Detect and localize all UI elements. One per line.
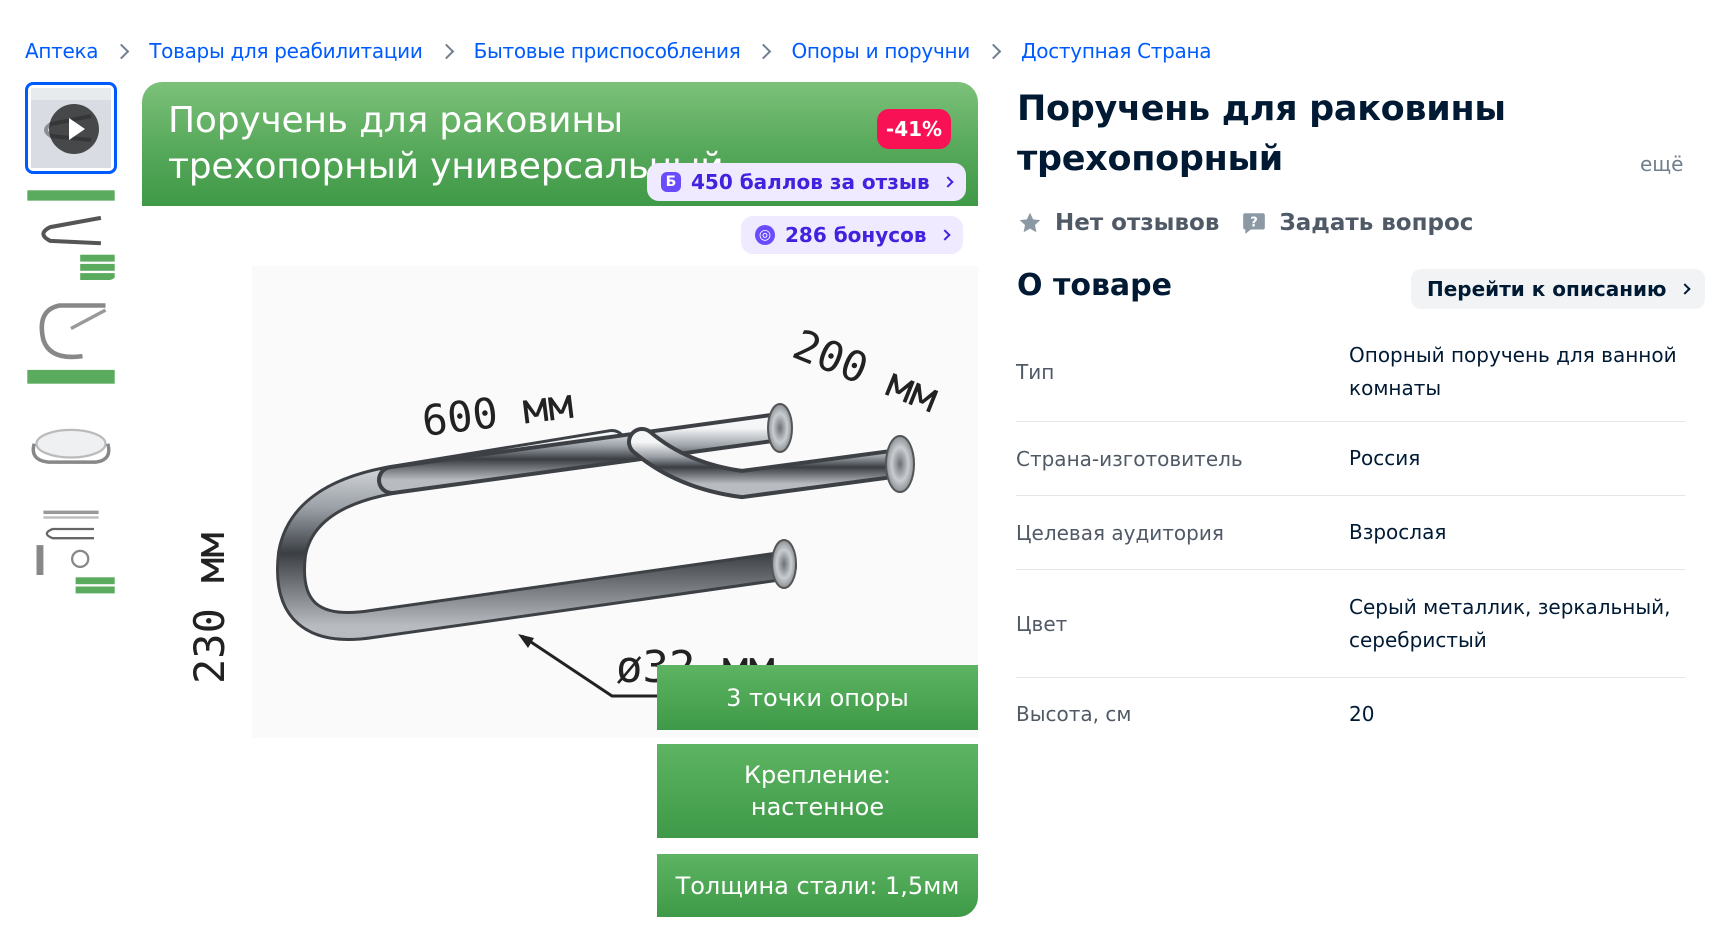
breadcrumb-link-rehab-goods[interactable]: Товары для реабилитации [149, 39, 423, 63]
spec-row-height: Высота, см 20 [1016, 678, 1685, 750]
go-to-description-button[interactable]: Перейти к описанию [1411, 269, 1705, 309]
reviews-label: Нет отзывов [1055, 210, 1220, 236]
chevron-right-icon [1678, 283, 1691, 295]
spec-row-type: Тип Опорный поручень для ванной комнаты [1016, 322, 1685, 422]
review-points-button[interactable]: Б 450 баллов за отзыв [647, 163, 966, 201]
spec-row-country: Страна-изготовитель Россия [1016, 422, 1685, 496]
chevron-right-icon [941, 176, 954, 188]
reviews-link[interactable]: Нет отзывов [1017, 210, 1219, 236]
breadcrumb-link-supports-handrails[interactable]: Опоры и поручни [791, 39, 970, 63]
specs-list: Тип Опорный поручень для ванной комнаты … [1016, 322, 1685, 750]
chevron-right-icon [938, 229, 951, 241]
feature-mounting: Крепление: настенное [657, 744, 978, 838]
breadcrumb-link-household-aids[interactable]: Бытовые приспособления [474, 39, 741, 63]
dimension-height-label: 230 мм [185, 532, 234, 684]
points-icon: Б [661, 172, 681, 192]
feature-steel-thickness: Толщина стали: 1,5мм [657, 854, 978, 917]
spec-value: Взрослая [1349, 520, 1447, 544]
bonus-icon: ◎ [755, 225, 775, 245]
svg-text:?: ? [1251, 215, 1259, 230]
spec-label: Целевая аудитория [1016, 520, 1224, 545]
chevron-right-icon [756, 43, 772, 59]
spec-label: Страна-изготовитель [1016, 446, 1243, 471]
ask-question-link[interactable]: ? Задать вопрос [1241, 210, 1473, 236]
dimensions-thumbnail[interactable] [25, 188, 117, 280]
main-product-image[interactable]: Поручень для раковины трехопорный универ… [142, 82, 978, 917]
spec-row-color: Цвет Серый металлик, зеркальный, серебри… [1016, 570, 1685, 678]
play-icon[interactable] [49, 104, 99, 154]
spec-value: Серый металлик, зеркальный, серебристый [1349, 594, 1671, 652]
about-product-title: О товаре [1017, 268, 1172, 303]
chevron-right-icon [113, 43, 130, 59]
breadcrumb-link-pharmacy[interactable]: Аптека [25, 39, 99, 63]
spec-value: Россия [1349, 446, 1421, 470]
product-title: Поручень для раковины трехопорный универ… [1017, 89, 1506, 179]
video-thumbnail[interactable] [25, 82, 117, 174]
sink-mounted-thumbnail-image [25, 400, 117, 492]
schematic-thumbnail-image [25, 506, 117, 598]
feature-support-points: 3 точки опоры [657, 665, 978, 730]
spec-value: 20 [1349, 701, 1375, 726]
breadcrumb: Аптека Товары для реабилитации Бытовые п… [25, 36, 1212, 66]
discount-badge: -41% [877, 109, 951, 149]
chevron-right-icon [438, 43, 454, 59]
dimensions-thumbnail-image [25, 188, 117, 280]
angle-view-thumbnail[interactable] [25, 294, 117, 386]
chevron-right-icon [985, 43, 1002, 59]
spec-label: Тип [1016, 359, 1055, 384]
breadcrumb-link-brand[interactable]: Доступная Страна [1021, 39, 1212, 63]
spec-value: Опорный поручень для ванной комнаты [1349, 342, 1677, 400]
product-meta: Нет отзывов ? Задать вопрос [1017, 206, 1495, 240]
spec-label: Цвет [1016, 611, 1068, 636]
bonuses-button[interactable]: ◎ 286 бонусов [741, 216, 963, 254]
spec-row-audience: Целевая аудитория Взрослая [1016, 496, 1685, 570]
review-points-label: 450 баллов за отзыв [691, 170, 930, 194]
spec-label: Высота, см [1016, 702, 1132, 726]
sink-mounted-thumbnail[interactable] [25, 400, 117, 492]
ask-question-label: Задать вопрос [1279, 210, 1474, 236]
go-to-description-label: Перейти к описанию [1427, 277, 1667, 301]
angle-view-thumbnail-image [25, 294, 117, 386]
bonuses-label: 286 бонусов [785, 223, 927, 247]
schematic-thumbnail[interactable] [25, 506, 117, 598]
title-more-link[interactable]: ещё [1640, 152, 1683, 176]
question-icon: ? [1243, 213, 1266, 234]
star-icon [1019, 212, 1041, 233]
